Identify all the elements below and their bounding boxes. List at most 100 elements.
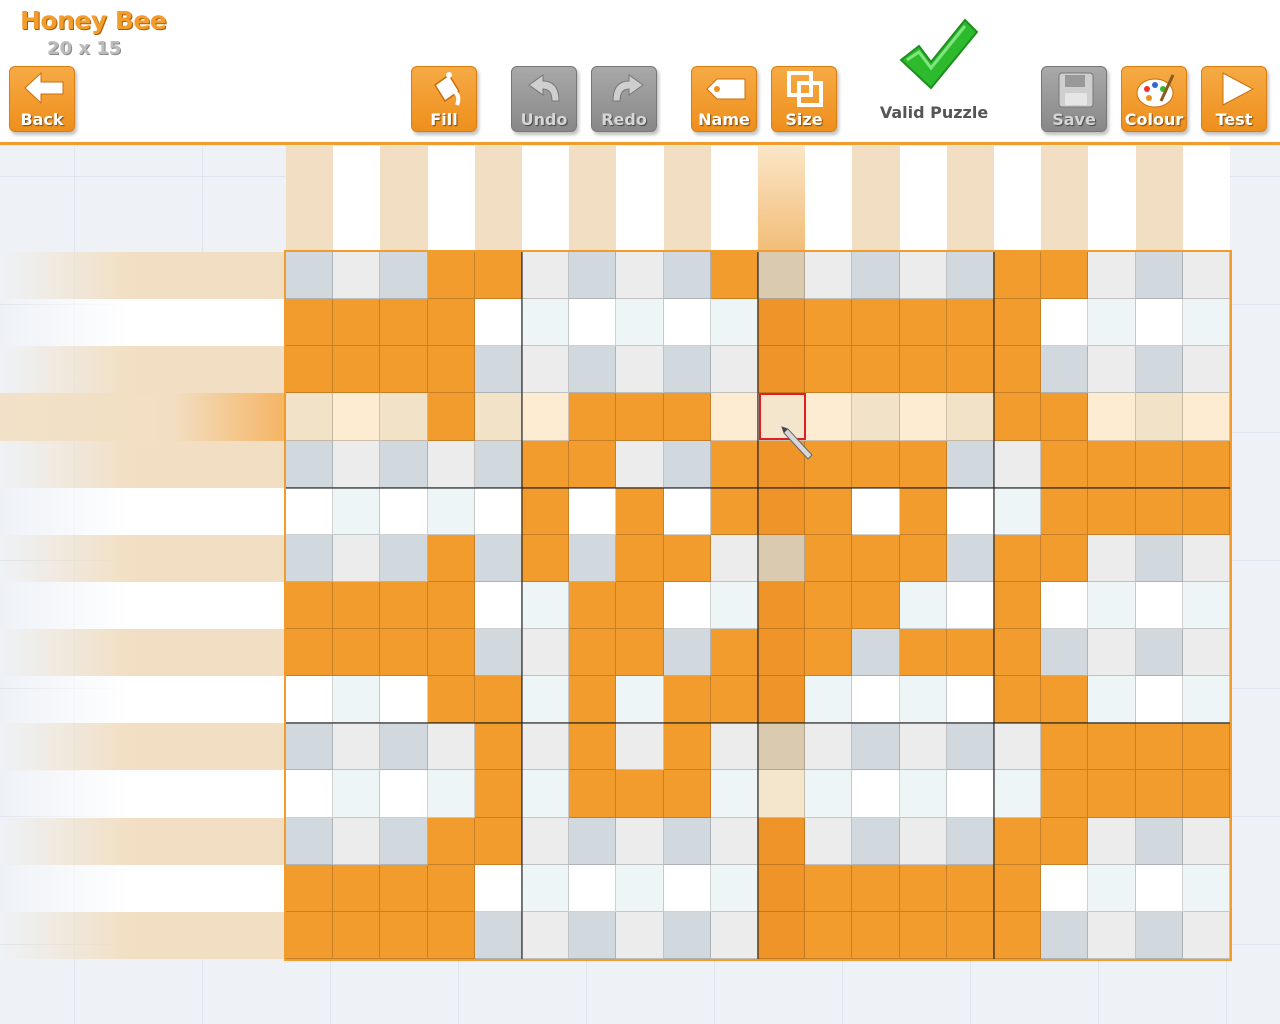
grid-cell[interactable] <box>758 817 806 865</box>
grid-cell[interactable] <box>710 629 758 677</box>
grid-cell[interactable] <box>852 252 900 300</box>
name-button[interactable]: Name <box>691 66 757 132</box>
grid-cell[interactable] <box>994 817 1042 865</box>
grid-cell[interactable] <box>710 252 758 300</box>
grid-cell[interactable] <box>710 440 758 488</box>
grid-cell[interactable] <box>1135 629 1183 677</box>
grid-cell[interactable] <box>805 252 853 300</box>
grid-cell[interactable] <box>333 676 381 724</box>
grid-cell[interactable] <box>1135 487 1183 535</box>
grid-cell[interactable] <box>946 911 994 959</box>
grid-cell[interactable] <box>1088 393 1136 441</box>
grid-cell[interactable] <box>1041 723 1089 771</box>
grid-cell[interactable] <box>333 346 381 394</box>
grid-cell[interactable] <box>569 252 617 300</box>
grid-cell[interactable] <box>805 911 853 959</box>
colour-button[interactable]: Colour <box>1121 66 1187 132</box>
grid-cell[interactable] <box>899 864 947 912</box>
grid-cell[interactable] <box>805 864 853 912</box>
grid-cell[interactable] <box>522 770 570 818</box>
grid-cell[interactable] <box>1182 299 1230 347</box>
grid-cell[interactable] <box>805 581 853 630</box>
grid-cell[interactable] <box>805 723 853 771</box>
grid-cell[interactable] <box>616 723 664 771</box>
grid-cell[interactable] <box>522 534 570 582</box>
grid-cell[interactable] <box>946 299 994 347</box>
grid-cell[interactable] <box>1135 864 1183 912</box>
grid-cell[interactable] <box>899 393 947 441</box>
grid-cell[interactable] <box>522 252 570 300</box>
grid-cell[interactable] <box>758 864 806 912</box>
grid-cell[interactable] <box>1088 581 1136 630</box>
grid-cell[interactable] <box>1088 440 1136 488</box>
grid-cell[interactable] <box>805 487 853 535</box>
grid-cell[interactable] <box>1135 534 1183 582</box>
grid-cell[interactable] <box>946 346 994 394</box>
grid-cell[interactable] <box>852 299 900 347</box>
grid-cell[interactable] <box>663 346 711 394</box>
grid-cell[interactable] <box>427 487 475 535</box>
grid-cell[interactable] <box>994 581 1042 630</box>
grid-cell[interactable] <box>1041 864 1089 912</box>
grid-cell[interactable] <box>1088 911 1136 959</box>
grid-cell[interactable] <box>427 864 475 912</box>
grid-cell[interactable] <box>994 252 1042 300</box>
grid-cell[interactable] <box>616 393 664 441</box>
grid-cell[interactable] <box>286 864 334 912</box>
grid-cell[interactable] <box>1088 723 1136 771</box>
grid-cell[interactable] <box>333 581 381 630</box>
grid-cell[interactable] <box>569 911 617 959</box>
grid-cell[interactable] <box>474 440 522 488</box>
grid-cell[interactable] <box>1041 581 1089 630</box>
grid-cell[interactable] <box>380 393 428 441</box>
grid-cell[interactable] <box>1041 911 1089 959</box>
grid-cell[interactable] <box>474 299 522 347</box>
grid-cell[interactable] <box>286 393 334 441</box>
grid-cell[interactable] <box>286 723 334 771</box>
grid-cell[interactable] <box>663 629 711 677</box>
grid-cell[interactable] <box>1088 299 1136 347</box>
grid-cell[interactable] <box>852 676 900 724</box>
grid-cell[interactable] <box>994 393 1042 441</box>
grid-cell[interactable] <box>1135 770 1183 818</box>
grid-cell[interactable] <box>333 440 381 488</box>
grid-cell[interactable] <box>569 487 617 535</box>
puzzle-grid[interactable] <box>284 250 1232 961</box>
grid-cell[interactable] <box>710 346 758 394</box>
grid-cell[interactable] <box>1182 723 1230 771</box>
grid-cell[interactable] <box>569 629 617 677</box>
grid-cell[interactable] <box>380 676 428 724</box>
grid-cell[interactable] <box>569 770 617 818</box>
grid-cell[interactable] <box>1135 911 1183 959</box>
grid-cell[interactable] <box>1041 440 1089 488</box>
grid-cell[interactable] <box>994 299 1042 347</box>
grid-cell[interactable] <box>994 346 1042 394</box>
grid-cell[interactable] <box>474 629 522 677</box>
grid-cell[interactable] <box>427 299 475 347</box>
grid-cell[interactable] <box>474 864 522 912</box>
grid-cell[interactable] <box>1182 534 1230 582</box>
grid-cell[interactable] <box>758 581 806 630</box>
grid-cell[interactable] <box>333 252 381 300</box>
grid-cell[interactable] <box>663 299 711 347</box>
grid-cell[interactable] <box>474 346 522 394</box>
grid-cell[interactable] <box>333 770 381 818</box>
grid-cell[interactable] <box>1041 676 1089 724</box>
grid-cell[interactable] <box>946 629 994 677</box>
grid-cell[interactable] <box>1182 487 1230 535</box>
redo-button[interactable]: Redo <box>591 66 657 132</box>
grid-cell[interactable] <box>994 629 1042 677</box>
grid-cell[interactable] <box>710 770 758 818</box>
grid-cell[interactable] <box>616 911 664 959</box>
save-button[interactable]: Save <box>1041 66 1107 132</box>
grid-cell[interactable] <box>994 534 1042 582</box>
grid-cell[interactable] <box>946 770 994 818</box>
grid-cell[interactable] <box>569 676 617 724</box>
grid-cell[interactable] <box>427 676 475 724</box>
grid-cell[interactable] <box>899 723 947 771</box>
grid-cell[interactable] <box>852 723 900 771</box>
grid-cell[interactable] <box>899 346 947 394</box>
grid-cell[interactable] <box>333 723 381 771</box>
grid-cell[interactable] <box>286 770 334 818</box>
grid-cell[interactable] <box>616 676 664 724</box>
